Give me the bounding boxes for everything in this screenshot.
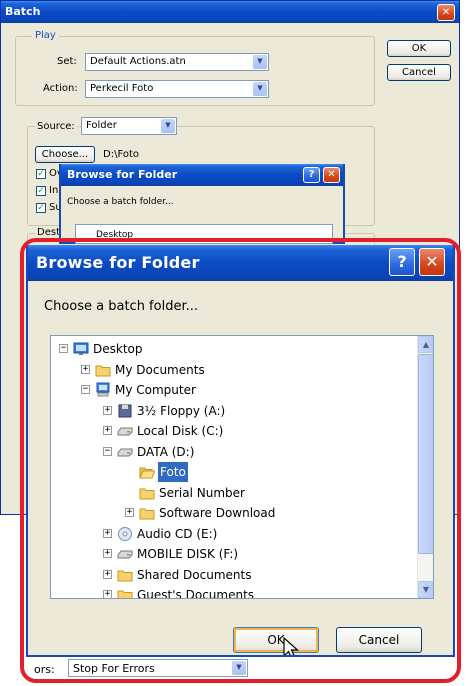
small-browse-dialog: Browse for Folder ? ✕ Choose a batch fol… <box>59 164 345 244</box>
action-label: Action: <box>43 83 78 94</box>
source-value: Folder <box>86 120 117 131</box>
set-select[interactable]: Default Actions.atn ▼ <box>85 53 269 71</box>
batch-ok-label: OK <box>411 43 427 54</box>
chevron-down-icon: ▼ <box>161 119 175 133</box>
batch-title: Batch <box>5 5 41 18</box>
include-label: In <box>49 185 59 196</box>
choose-label: Choose... <box>41 149 89 160</box>
action-value: Perkecil Foto <box>90 83 154 94</box>
batch-ok-button[interactable]: OK <box>387 40 451 57</box>
set-label: Set: <box>57 56 77 67</box>
close-icon: ✕ <box>441 7 451 18</box>
action-select[interactable]: Perkecil Foto ▼ <box>85 80 269 98</box>
close-icon: ✕ <box>327 169 336 180</box>
suppress-checkbox[interactable]: ✓ <box>36 203 46 213</box>
override-checkbox[interactable]: ✓ <box>36 169 46 179</box>
small-browse-title-bar[interactable]: Browse for Folder <box>61 164 343 186</box>
chevron-down-icon: ▼ <box>253 55 267 69</box>
source-label: Source: <box>35 121 77 132</box>
batch-cancel-button[interactable]: Cancel <box>387 64 451 81</box>
small-browse-title: Browse for Folder <box>67 168 178 181</box>
chevron-down-icon: ▼ <box>253 82 267 96</box>
small-close-button[interactable]: ✕ <box>323 167 340 183</box>
batch-cancel-label: Cancel <box>402 67 436 78</box>
choose-path: D:\Foto <box>103 149 139 160</box>
source-select[interactable]: Folder ▼ <box>81 117 177 135</box>
set-value: Default Actions.atn <box>90 56 186 67</box>
batch-title-bar[interactable]: Batch <box>1 1 459 23</box>
batch-close-button[interactable]: ✕ <box>437 4 455 21</box>
destination-label: Dest <box>35 227 62 238</box>
include-checkbox[interactable]: ✓ <box>36 186 46 196</box>
choose-button[interactable]: Choose... <box>35 146 95 163</box>
help-icon: ? <box>308 169 315 180</box>
small-browse-instruction: Choose a batch folder... <box>67 197 174 207</box>
play-legend: Play <box>32 30 59 41</box>
small-help-button[interactable]: ? <box>303 167 320 183</box>
highlight-frame <box>20 238 461 683</box>
screenshot-stage: Batch ✕ Play Set: Default Actions.atn ▼ … <box>0 0 466 686</box>
